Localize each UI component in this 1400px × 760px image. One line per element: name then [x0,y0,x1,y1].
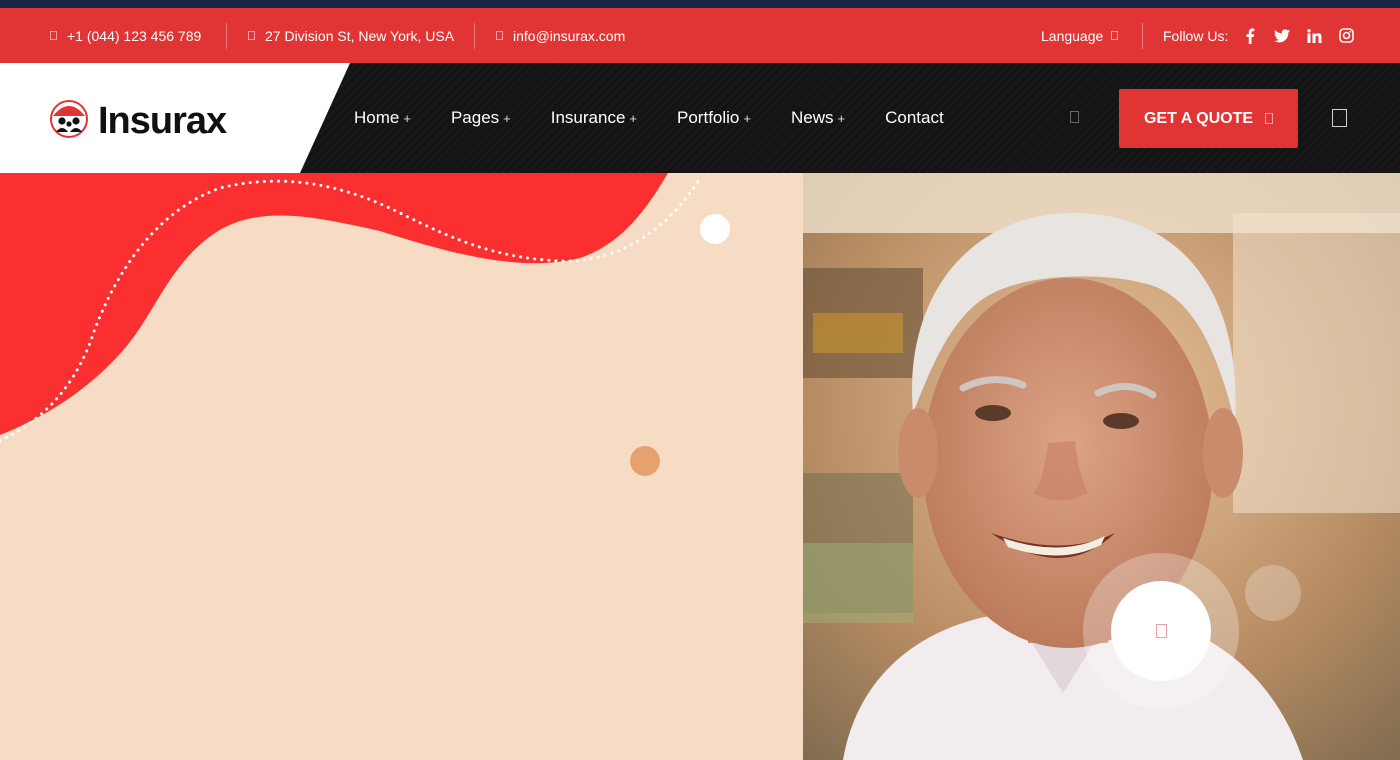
nav-item-news[interactable]: News + [791,108,845,128]
email-contact[interactable]: info@insurax.com [496,8,625,63]
phone-contact[interactable]: +1 (044) 123 456 789 [50,8,201,63]
nav-item-insurance[interactable]: Insurance + [551,108,637,128]
language-label: Language [1041,27,1104,44]
twitter-icon[interactable] [1274,28,1290,44]
top-info-bar: +1 (044) 123 456 789 27 Division St, New… [0,8,1400,63]
nav-item-contact[interactable]: Contact [885,108,944,128]
plus-icon: + [503,110,511,126]
umbrella-family-logo-icon [50,98,88,143]
menu-toggle-icon[interactable] [1332,109,1347,127]
language-selector[interactable]: Language [1041,8,1119,63]
plus-icon: + [629,110,638,126]
video-play-button[interactable] [1083,553,1239,709]
social-links [1242,8,1354,63]
plus-icon: + [837,110,846,126]
map-marker-icon [248,31,255,40]
main-navigation: Home + Pages + Insurance + Portfolio + News + Cont… [354,63,984,173]
phone-icon [50,31,57,40]
instagram-icon[interactable] [1338,28,1354,44]
site-logo[interactable]: Insurax [50,98,227,143]
envelope-icon [496,31,503,40]
top-accent-line [0,0,1400,8]
chevron-down-icon [1111,31,1119,40]
hero-decoration [0,173,730,476]
plus-icon: + [403,110,411,126]
linkedin-icon[interactable] [1306,28,1322,44]
address-text: 27 Division St, New York, USA [265,27,455,44]
nav-item-label: Insurance [550,108,626,127]
search-icon[interactable] [1070,111,1079,123]
get-a-quote-label: GET A QUOTE [1143,109,1254,127]
logo-text: Insurax [98,99,227,142]
divider [226,23,227,49]
facebook-icon[interactable] [1242,28,1258,44]
phone-text: +1 (044) 123 456 789 [67,27,202,44]
nav-item-label: Portfolio [677,108,740,127]
nav-item-label: News [790,108,834,127]
arrow-right-icon [1265,113,1274,124]
divider [474,23,475,49]
nav-item-portfolio[interactable]: Portfolio + [677,108,751,128]
get-a-quote-button[interactable]: GET A QUOTE [1119,89,1298,148]
nav-item-home[interactable]: Home + [354,108,411,128]
nav-item-label: Pages [450,108,500,127]
hero-left-panel [0,173,803,760]
divider [1142,23,1143,49]
follow-label: Follow Us: [1163,27,1229,44]
follow-us: Follow Us: [1163,8,1228,63]
red-wave-shape [0,173,668,435]
nav-item-label: Home [354,108,400,127]
main-header: Insurax Home + Pages + Insurance + Portfolio + N… [0,63,1400,173]
hero-section [0,173,1400,760]
address-contact: 27 Division St, New York, USA [248,8,454,63]
nav-item-label: Contact [885,108,944,127]
orange-dot [630,446,660,476]
senior-man-photo [803,173,1400,760]
white-dot [700,214,730,244]
play-icon [1155,624,1167,638]
email-text: info@insurax.com [513,27,626,44]
play-button-circle [1111,581,1211,681]
nav-item-pages[interactable]: Pages + [451,108,511,128]
plus-icon: + [743,110,751,126]
